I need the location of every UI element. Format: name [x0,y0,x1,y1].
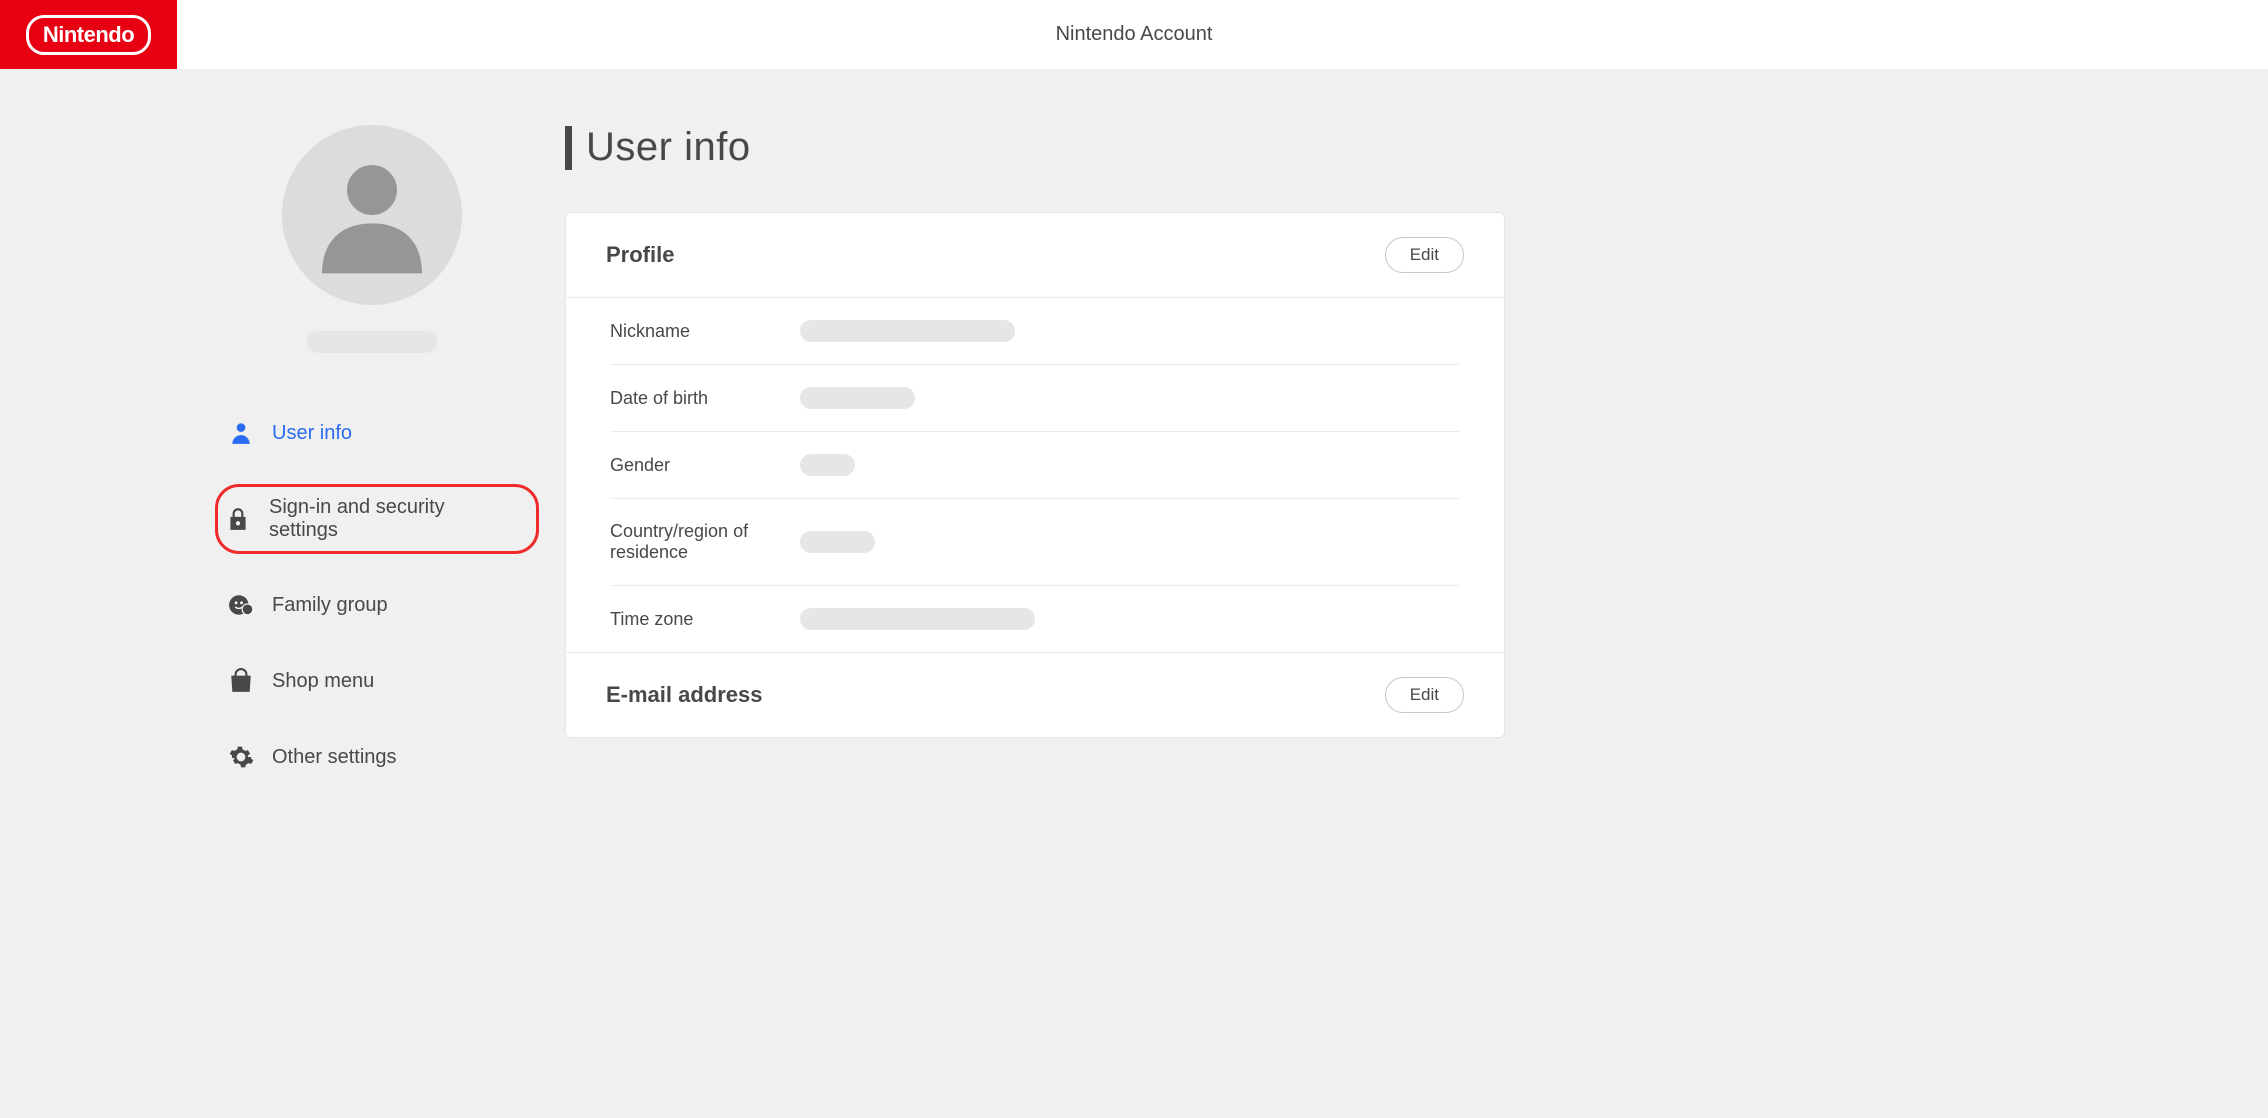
nintendo-logo[interactable]: Nintendo [0,0,177,69]
email-section-title: E-mail address [606,682,763,708]
sidebar-item-signin-security[interactable]: Sign-in and security settings [215,484,539,554]
field-dob: Date of birth [610,365,1460,432]
main-content: User info Profile Edit Nickname Date of … [565,125,1545,808]
gear-icon [228,744,254,770]
sidebar-item-other-settings[interactable]: Other settings [218,732,525,782]
profile-section-header: Profile Edit [566,213,1504,298]
header: Nintendo Nintendo Account [0,0,2268,69]
field-country: Country/region of residence [610,499,1460,586]
sidebar-item-user-info[interactable]: User info [218,408,525,458]
edit-email-button[interactable]: Edit [1385,677,1464,713]
email-section-header: E-mail address Edit [566,652,1504,737]
sidebar-item-shop-menu[interactable]: Shop menu [218,656,525,706]
field-label: Nickname [610,321,800,342]
field-label: Date of birth [610,388,800,409]
field-label: Country/region of residence [610,521,800,563]
timezone-value [800,608,1035,630]
avatar[interactable] [282,125,462,305]
sidebar-item-label: Family group [272,594,388,617]
sidebar-item-label: Shop menu [272,670,374,693]
country-value [800,531,875,553]
profile-section-title: Profile [606,242,674,268]
gender-value [800,454,855,476]
header-title: Nintendo Account [1056,23,1213,46]
field-gender: Gender [610,432,1460,499]
edit-profile-button[interactable]: Edit [1385,237,1464,273]
dob-value [800,387,915,409]
sidebar-item-label: Sign-in and security settings [269,496,518,542]
nintendo-logo-text: Nintendo [26,15,151,55]
title-accent-bar [565,126,572,170]
sidebar-nav: User info Sign-in and security settings … [218,408,525,782]
nickname-value [800,320,1015,342]
user-silhouette-icon [322,150,422,280]
profile-fields: Nickname Date of birth Gender Country/re… [566,298,1504,652]
shopping-bag-icon [228,668,254,694]
field-nickname: Nickname [610,298,1460,365]
user-icon [228,420,254,446]
sidebar: User info Sign-in and security settings … [0,125,565,808]
page-title: User info [586,125,751,170]
sidebar-nickname [307,331,437,353]
field-label: Time zone [610,609,800,630]
sidebar-item-family-group[interactable]: Family group [218,580,525,630]
field-label: Gender [610,455,800,476]
field-timezone: Time zone [610,586,1460,652]
sidebar-item-label: User info [272,422,352,445]
page-title-row: User info [565,125,1505,170]
sidebar-item-label: Other settings [272,746,397,769]
family-icon [228,592,254,618]
profile-panel: Profile Edit Nickname Date of birth Gend… [565,212,1505,738]
lock-icon [225,506,251,532]
